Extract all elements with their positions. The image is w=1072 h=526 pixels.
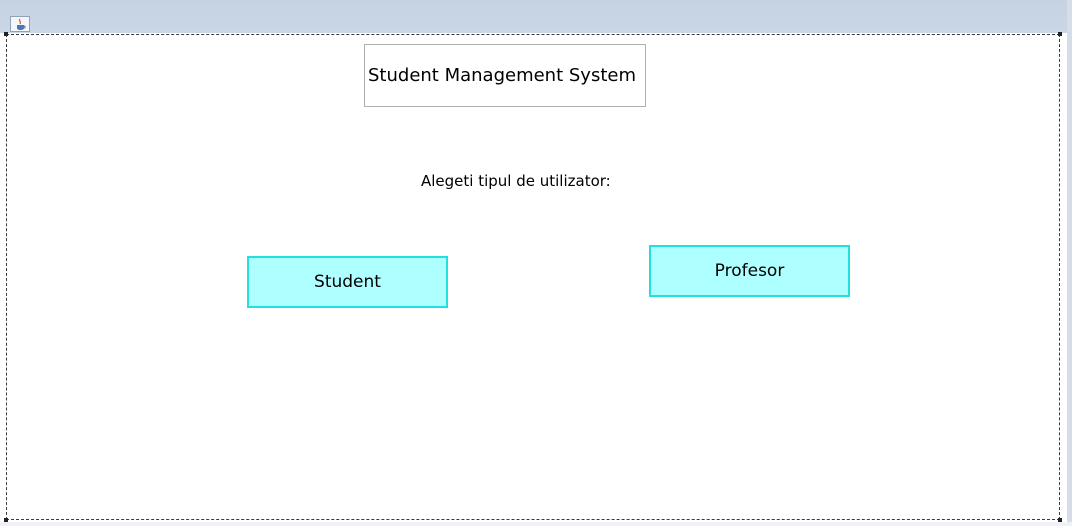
page-title-box: Student Management System <box>364 44 646 107</box>
java-icon[interactable] <box>10 16 30 32</box>
student-button-label: Student <box>314 272 381 292</box>
window-border-bottom <box>0 522 1072 526</box>
user-type-prompt: Alegeti tipul de utilizator: <box>421 172 611 190</box>
profesor-button[interactable]: Profesor <box>649 245 850 297</box>
profesor-button-label: Profesor <box>714 261 785 281</box>
resize-handle-top-left[interactable] <box>4 32 8 36</box>
resize-handle-top-right[interactable] <box>1058 32 1062 36</box>
resize-handle-bottom-right[interactable] <box>1058 518 1062 522</box>
page-title: Student Management System <box>368 65 636 86</box>
resize-handle-bottom-left[interactable] <box>4 518 8 522</box>
app-window: Student Management System Alegeti tipul … <box>0 0 1072 526</box>
student-button[interactable]: Student <box>247 256 448 308</box>
window-titlebar[interactable] <box>0 0 1072 33</box>
window-border-right <box>1067 0 1072 526</box>
